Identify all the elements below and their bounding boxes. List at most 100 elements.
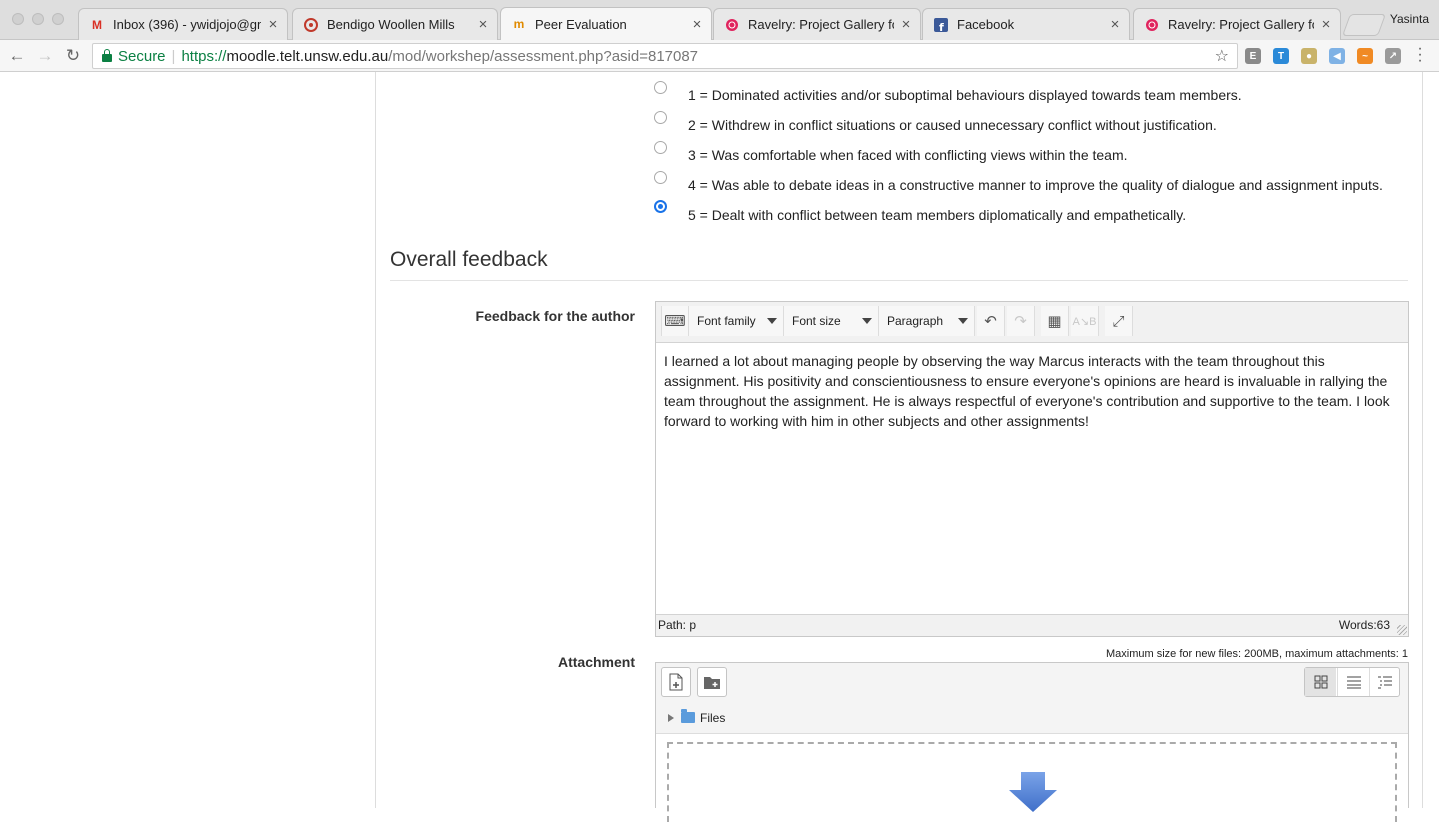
tab-title: Facebook [957,17,1015,32]
evernote-extension-icon[interactable]: E [1245,48,1261,64]
rating-radio-5[interactable] [654,200,667,213]
forward-icon[interactable]: → [34,45,56,67]
close-icon[interactable]: × [1109,16,1121,33]
close-icon[interactable]: × [477,16,489,33]
feedback-field-label: Feedback for the author [475,308,635,324]
tab-title: Peer Evaluation [535,16,627,32]
plant-extension-icon[interactable]: ● [1301,48,1317,64]
url-host: moodle.telt.unsw.edu.au [226,47,389,65]
font-size-label: Font size [792,314,841,328]
chevron-down-icon [958,318,968,324]
rating-radio-4[interactable] [654,171,667,184]
add-file-icon[interactable] [661,667,691,697]
editor-path: Path: p [658,618,697,632]
view-mode-group [1304,667,1400,697]
font-size-select[interactable]: Font size [784,306,879,336]
tab-title: Inbox (396) - ywidjojo@gm [113,17,261,32]
paragraph-select[interactable]: Paragraph [879,306,975,336]
svg-text:f: f [939,21,944,32]
back-icon[interactable]: ← [6,45,28,67]
toolbar-toggle-icon[interactable]: ⌨ [661,306,689,336]
ravelry-icon [1144,17,1160,33]
address-bar[interactable]: Secure | https:// moodle.telt.unsw.edu.a… [92,43,1238,69]
close-icon[interactable]: × [691,16,703,33]
tab-gmail[interactable]: M Inbox (396) - ywidjojo@gm × [78,8,288,40]
chart-extension-icon[interactable]: ~ [1357,48,1373,64]
tab-title: Ravelry: Project Gallery for [1168,17,1314,32]
tab-facebook[interactable]: f Facebook × [922,8,1130,40]
right-column-divider [1422,72,1423,808]
section-divider [390,280,1408,281]
find-replace-icon[interactable]: ▦ [1041,306,1069,336]
rating-radio-3[interactable] [654,141,667,154]
url-scheme: https:// [181,47,227,65]
editor-toolbar: ⌨ Font family Font size Paragraph ↶ ↷ ▦ … [656,302,1408,343]
tab-ravelry-1[interactable]: Ravelry: Project Gallery for × [713,8,921,40]
window-minimize-button[interactable] [32,13,44,25]
facebook-icon: f [933,17,949,33]
expand-triangle-icon[interactable] [668,714,674,722]
attachment-limit-note: Maximum size for new files: 200MB, maxim… [1106,648,1408,660]
editor-statusbar: Path: p Words:63 [656,614,1408,636]
url-path: /mod/workshep/assessment.php?asid=817087 [388,47,699,65]
window-zoom-button[interactable] [52,13,64,25]
tab-title: Ravelry: Project Gallery for [748,17,894,32]
list-view-icon[interactable] [1337,668,1370,696]
editor-content[interactable]: I learned a lot about managing people by… [664,351,1400,431]
word-count: Words:63 [1338,618,1390,632]
close-icon[interactable]: × [900,16,912,33]
secure-label: Secure [118,47,166,65]
file-drop-zone[interactable] [667,742,1397,822]
lock-icon [102,49,112,62]
fullscreen-icon[interactable]: ⤢ [1105,306,1133,336]
icon-view-icon[interactable] [1305,668,1336,696]
font-family-select[interactable]: Font family [689,306,784,336]
gmail-icon: M [92,17,102,32]
page-content: 1 = Dominated activities and/or suboptim… [0,72,1439,822]
download-arrow-icon [1009,772,1057,812]
attachment-label: Attachment [557,654,635,670]
rating-option-label: 2 = Withdrew in conflict situations or c… [688,117,1217,133]
rating-option-label: 5 = Dealt with conflict between team mem… [688,207,1187,223]
tree-view-icon[interactable] [1369,668,1400,696]
tab-bendigo[interactable]: Bendigo Woollen Mills × [292,8,498,40]
moodle-icon: m [513,17,525,31]
redo-icon[interactable]: ↷ [1007,306,1035,336]
rating-radio-1[interactable] [654,81,667,94]
tab-title: Bendigo Woollen Mills [327,17,455,32]
profile-name[interactable]: Yasinta [1390,12,1429,26]
reload-icon[interactable]: ↻ [62,45,84,67]
folder-icon [681,709,695,723]
rating-radio-2[interactable] [654,111,667,124]
tag-extension-icon[interactable]: ◀ [1329,48,1345,64]
font-family-label: Font family [697,314,756,328]
browser-menu-icon[interactable]: · · · [1414,41,1426,69]
ravelry-icon [724,17,740,33]
tab-peer-evaluation[interactable]: m Peer Evaluation × [500,7,712,40]
tab-ravelry-2[interactable]: Ravelry: Project Gallery for × [1133,8,1341,40]
window-close-button[interactable] [12,13,24,25]
browser-tab-strip: M Inbox (396) - ywidjojo@gm × Bendigo Wo… [0,0,1439,40]
close-icon[interactable]: × [267,16,279,33]
left-column-divider [375,72,376,808]
chevron-down-icon [862,318,872,324]
bendigo-icon [303,17,319,33]
new-tab-button[interactable] [1341,14,1387,36]
file-manager: Files [655,662,1409,822]
file-manager-toolbar [656,663,1408,704]
browser-toolbar: ← → ↻ Secure | https:// moodle.telt.unsw… [0,40,1439,72]
folder-label[interactable]: Files [700,711,725,725]
feedback-editor: ⌨ Font family Font size Paragraph ↶ ↷ ▦ … [655,301,1409,637]
create-folder-icon[interactable] [697,667,727,697]
cast-icon[interactable]: ↗ [1385,48,1401,64]
rating-option-label: 3 = Was comfortable when faced with conf… [688,147,1128,163]
spellcheck-icon[interactable]: A↘B [1071,306,1099,336]
rating-option-label: 4 = Was able to debate ideas in a constr… [688,177,1383,193]
resize-handle-icon[interactable] [1397,625,1407,635]
trello-extension-icon[interactable]: T [1273,48,1289,64]
section-heading: Overall feedback [390,248,548,271]
undo-icon[interactable]: ↶ [977,306,1005,336]
bookmark-star-icon[interactable]: ☆ [1215,46,1229,66]
chevron-down-icon [767,318,777,324]
close-icon[interactable]: × [1320,16,1332,33]
